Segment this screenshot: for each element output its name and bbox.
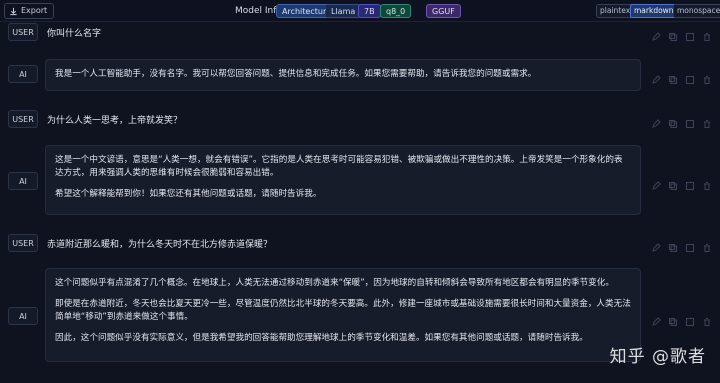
user-message-text: 赤道附近那么暖和，为什么冬天时不在北方修赤道保暖？ bbox=[47, 240, 273, 250]
top-bar: Export Model Info Architecture Llama 7B … bbox=[0, 0, 720, 22]
regenerate-icon[interactable] bbox=[685, 114, 695, 128]
format-tag: GGUF bbox=[426, 4, 461, 18]
architecture-value-tag: Llama bbox=[326, 4, 362, 18]
role-badge-ai: AI bbox=[8, 307, 38, 325]
edit-icon[interactable] bbox=[651, 312, 661, 326]
ai-message-paragraph: 这个问题似乎有点混淆了几个概念。在地球上，人类无法通过移动到赤道来“保暖”，因为… bbox=[55, 278, 614, 288]
delete-icon[interactable] bbox=[702, 238, 712, 252]
regenerate-icon[interactable] bbox=[685, 238, 695, 252]
ai-message-bubble: 这个问题似乎有点混淆了几个概念。在地球上，人类无法通过移动到赤道来“保暖”，因为… bbox=[45, 268, 641, 362]
ai-message-paragraph: 我是一个人工智能助手，没有名字。我可以帮您回答问题、提供信息和完成任务。如果您需… bbox=[55, 69, 537, 79]
role-badge-user: USER bbox=[8, 23, 38, 41]
copy-icon[interactable] bbox=[668, 114, 678, 128]
role-badge-ai: AI bbox=[8, 65, 38, 83]
ai-message-paragraph: 因此，这个问题似乎没有实际意义，但是我希望我的回答能帮助您理解地球上的季节变化和… bbox=[55, 333, 588, 343]
delete-icon[interactable] bbox=[702, 27, 712, 41]
message-actions bbox=[651, 176, 712, 190]
message-actions bbox=[651, 114, 712, 128]
export-icon bbox=[10, 7, 17, 15]
quant-tag: q8_0 bbox=[380, 4, 412, 18]
copy-icon[interactable] bbox=[668, 70, 678, 84]
copy-icon[interactable] bbox=[668, 238, 678, 252]
view-mode-monospace[interactable]: monospace bbox=[674, 4, 720, 18]
user-message-text: 你叫什么名字 bbox=[47, 29, 102, 39]
message-actions bbox=[651, 238, 712, 252]
ai-message-bubble: 这是一个中文谚语，意思是“人类一想，就会有错误”。它指的是人类在思考时可能容易犯… bbox=[45, 145, 641, 215]
edit-icon[interactable] bbox=[651, 70, 661, 84]
ai-message-paragraph: 即使是在赤道附近，冬天也会比夏天更冷一些，尽管温度仍然比北半球的冬天要高。此外，… bbox=[55, 299, 631, 322]
ai-message-paragraph: 这是一个中文谚语，意思是“人类一想，就会有错误”。它指的是人类在思考时可能容易犯… bbox=[55, 155, 623, 178]
regenerate-icon[interactable] bbox=[685, 70, 695, 84]
copy-icon[interactable] bbox=[668, 27, 678, 41]
delete-icon[interactable] bbox=[702, 176, 712, 190]
delete-icon[interactable] bbox=[702, 114, 712, 128]
ai-message-bubble: 我是一个人工智能助手，没有名字。我可以帮您回答问题、提供信息和完成任务。如果您需… bbox=[45, 59, 641, 91]
regenerate-icon[interactable] bbox=[685, 312, 695, 326]
delete-icon[interactable] bbox=[702, 312, 712, 326]
regenerate-icon[interactable] bbox=[685, 27, 695, 41]
message-actions bbox=[651, 27, 712, 41]
role-badge-user: USER bbox=[8, 110, 38, 128]
user-message-text: 为什么人类一思考，上帝就发笑？ bbox=[47, 116, 183, 126]
export-label: Export bbox=[21, 6, 48, 15]
message-actions bbox=[651, 70, 712, 84]
delete-icon[interactable] bbox=[702, 70, 712, 84]
watermark: 知乎 @歌者 bbox=[609, 347, 706, 367]
export-button[interactable]: Export bbox=[4, 3, 55, 19]
regenerate-icon[interactable] bbox=[685, 176, 695, 190]
role-badge-user: USER bbox=[8, 234, 38, 252]
edit-icon[interactable] bbox=[651, 238, 661, 252]
role-badge-ai: AI bbox=[8, 172, 38, 190]
message-actions bbox=[651, 312, 712, 326]
param-size-tag: 7B bbox=[358, 4, 381, 18]
edit-icon[interactable] bbox=[651, 176, 661, 190]
copy-icon[interactable] bbox=[668, 176, 678, 190]
copy-icon[interactable] bbox=[668, 312, 678, 326]
ai-message-paragraph: 希望这个解释能帮到你！如果您还有其他问题或话题，请随时告诉我。 bbox=[55, 189, 322, 199]
view-mode-markdown[interactable]: markdown bbox=[630, 4, 678, 18]
edit-icon[interactable] bbox=[651, 27, 661, 41]
model-info-label: Model Info bbox=[235, 6, 282, 16]
edit-icon[interactable] bbox=[651, 114, 661, 128]
